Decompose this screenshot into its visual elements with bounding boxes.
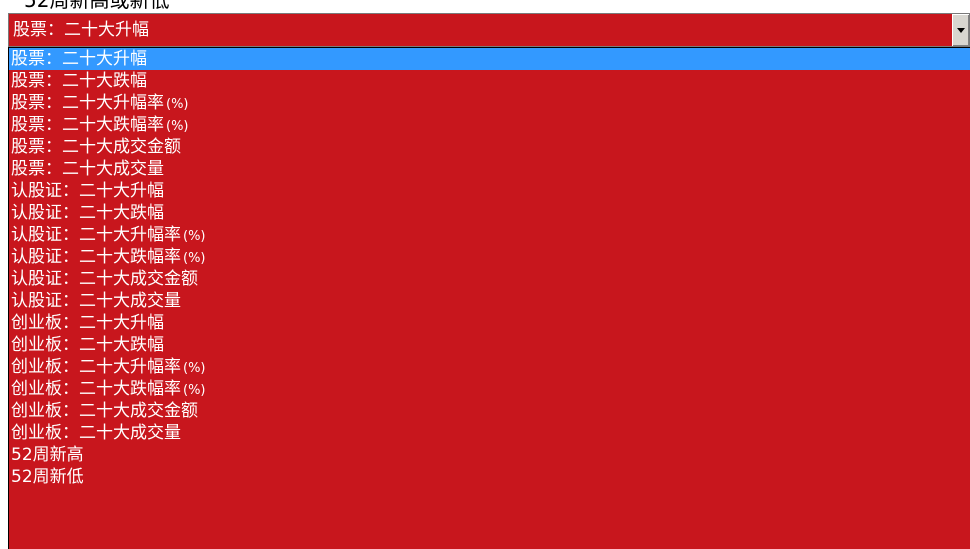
- dropdown-option[interactable]: 创业板：二十大跌幅: [9, 334, 970, 356]
- dropdown-option[interactable]: 股票：二十大成交量: [9, 158, 970, 180]
- option-percent-suffix: (%): [183, 361, 206, 376]
- dropdown-option[interactable]: 认股证：二十大升幅率 (%): [9, 224, 970, 246]
- option-label: 股票：二十大成交金额: [11, 137, 181, 157]
- option-label: 股票：二十大升幅率: [11, 93, 164, 113]
- screen: 52周新高或新低 股票：二十大升幅 股票：二十大升幅 股票：二十大跌幅 股票：二十大…: [0, 0, 970, 549]
- dropdown-option[interactable]: 股票：二十大升幅率 (%): [9, 92, 970, 114]
- dropdown-option[interactable]: 认股证：二十大升幅: [9, 180, 970, 202]
- dropdown-option[interactable]: 股票：二十大跌幅: [9, 70, 970, 92]
- dropdown-option[interactable]: 创业板：二十大成交金额: [9, 400, 970, 422]
- option-label: 创业板：二十大成交量: [11, 423, 181, 443]
- dropdown-button[interactable]: [952, 14, 969, 46]
- option-percent-suffix: (%): [183, 229, 206, 244]
- dropdown-list[interactable]: 股票：二十大升幅 股票：二十大跌幅 股票：二十大升幅率 (%) 股票：二十大跌幅率 (%)…: [8, 47, 970, 549]
- dropdown-option[interactable]: 52周新低: [9, 466, 970, 488]
- option-label: 创业板：二十大成交金额: [11, 401, 198, 421]
- dropdown-option[interactable]: 股票：二十大跌幅率 (%): [9, 114, 970, 136]
- option-label: 认股证：二十大成交量: [11, 291, 181, 311]
- option-label: 认股证：二十大成交金额: [11, 269, 198, 289]
- dropdown-option[interactable]: 创业板：二十大升幅率 (%): [9, 356, 970, 378]
- option-label: 股票：二十大成交量: [11, 159, 164, 179]
- option-percent-suffix: (%): [166, 119, 189, 134]
- option-label: 认股证：二十大跌幅: [11, 203, 164, 223]
- dropdown-option[interactable]: 创业板：二十大成交量: [9, 422, 970, 444]
- chevron-down-icon: [957, 28, 965, 33]
- ranking-type-select[interactable]: 股票：二十大升幅: [8, 13, 970, 47]
- option-list: 股票：二十大升幅 股票：二十大跌幅 股票：二十大升幅率 (%) 股票：二十大跌幅率 (%)…: [9, 48, 970, 488]
- option-label: 认股证：二十大跌幅率: [11, 247, 181, 267]
- option-percent-suffix: (%): [166, 97, 189, 112]
- option-label: 52周新低: [11, 467, 84, 487]
- dropdown-option[interactable]: 认股证：二十大跌幅率 (%): [9, 246, 970, 268]
- option-label: 认股证：二十大升幅率: [11, 225, 181, 245]
- dropdown-option[interactable]: 认股证：二十大成交金额: [9, 268, 970, 290]
- option-label: 创业板：二十大跌幅: [11, 335, 164, 355]
- dropdown-option[interactable]: 52周新高: [9, 444, 970, 466]
- option-label: 创业板：二十大跌幅率: [11, 379, 181, 399]
- dropdown-option[interactable]: 创业板：二十大跌幅率 (%): [9, 378, 970, 400]
- select-value: 股票：二十大升幅: [13, 20, 149, 40]
- dropdown-option[interactable]: 股票：二十大升幅: [9, 48, 970, 70]
- option-label: 股票：二十大跌幅: [11, 71, 147, 91]
- dropdown-option[interactable]: 认股证：二十大跌幅: [9, 202, 970, 224]
- dropdown-option[interactable]: 创业板：二十大升幅: [9, 312, 970, 334]
- option-label: 股票：二十大升幅: [11, 49, 147, 69]
- option-label: 股票：二十大跌幅率: [11, 115, 164, 135]
- dropdown-option[interactable]: 认股证：二十大成交量: [9, 290, 970, 312]
- option-percent-suffix: (%): [183, 383, 206, 398]
- partial-label: 52周新高或新低: [24, 0, 170, 12]
- option-label: 创业板：二十大升幅: [11, 313, 164, 333]
- option-label: 认股证：二十大升幅: [11, 181, 164, 201]
- option-percent-suffix: (%): [183, 251, 206, 266]
- option-label: 创业板：二十大升幅率: [11, 357, 181, 377]
- option-label: 52周新高: [11, 445, 84, 465]
- dropdown-option[interactable]: 股票：二十大成交金额: [9, 136, 970, 158]
